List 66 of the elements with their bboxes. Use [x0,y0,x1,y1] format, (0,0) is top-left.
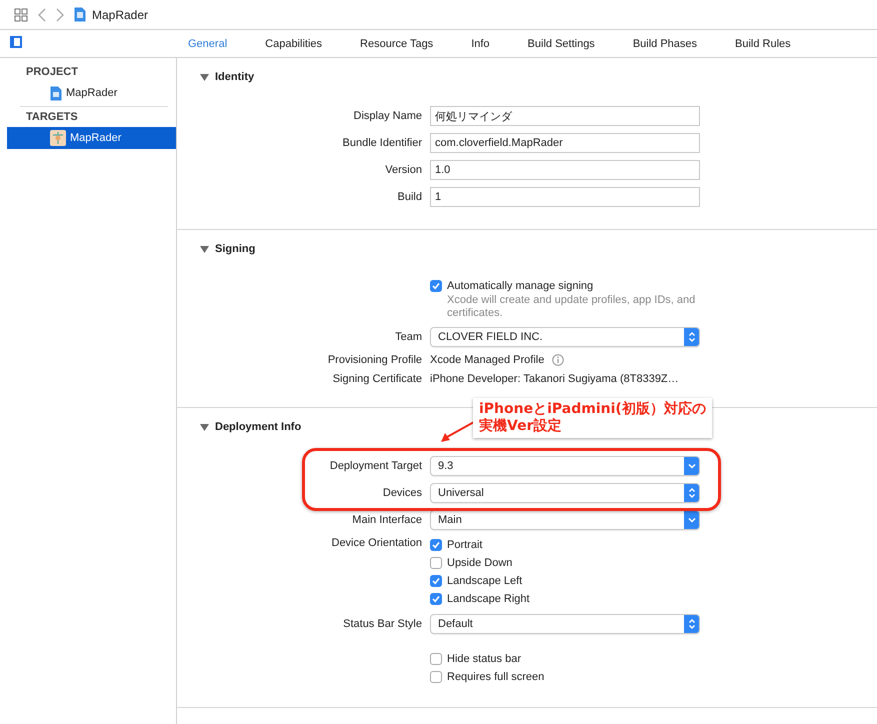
window-title: MapRader [92,8,148,22]
back-icon[interactable] [38,8,46,22]
field-label: Deployment Target [328,460,422,472]
app-icon [50,130,66,146]
disclosure-triangle-icon[interactable] [200,422,209,432]
info-icon[interactable] [552,354,564,366]
field-label: Devices [382,487,422,499]
tab[interactable]: General [188,38,228,50]
popup-button[interactable]: Universal [430,483,700,503]
section-title: Identity [215,71,254,83]
checkbox-label: Landscape Left [447,575,522,587]
field-label: Signing Certificate [332,373,422,385]
field-label: Version [384,164,422,176]
field-label: Main Interface [351,514,422,526]
checkbox-label: Landscape Right [447,593,530,605]
checkbox[interactable] [430,671,442,683]
checkbox-label: Requires full screen [447,671,544,683]
help-text: Xcode will create and update profiles, app IDs, and certificates. [447,294,696,320]
field-label: Build [396,191,422,203]
sidebar-header: PROJECT [25,65,79,80]
tab[interactable]: Resource Tags [360,38,434,50]
popup-button[interactable]: 9.3 [430,456,700,476]
text-field[interactable]: com.cloverfield.MapRader [430,133,700,153]
checkbox[interactable] [430,539,442,551]
field-label: Device Orientation [330,537,422,549]
field-label: Status Bar Style [342,618,422,630]
popup-button[interactable]: CLOVER FIELD INC. [430,327,700,347]
checkbox[interactable] [430,593,442,605]
text-field[interactable]: 1 [430,187,700,207]
field-label: Display Name [352,110,422,122]
annotation-arrow [439,420,475,444]
field-value: Xcode Managed Profile [430,354,544,366]
sidebar-header: TARGETS [25,110,79,125]
field-label: Bundle Identifier [342,137,422,149]
disclosure-triangle-icon[interactable] [200,244,209,254]
section-title: Signing [215,243,256,255]
sidebar-item[interactable]: MapRader [7,82,176,104]
tab[interactable]: Build Rules [735,38,791,50]
checkbox-label: Portrait [447,539,482,551]
checkbox-label: Upside Down [447,557,512,569]
checkbox-label: Automatically manage signing [447,280,594,292]
project-file-icon [50,86,62,100]
sidebar-toggle-icon[interactable] [10,36,22,48]
field-label: Provisioning Profile [326,354,422,366]
tab[interactable]: Capabilities [265,38,322,50]
sidebar-item[interactable]: MapRader [7,127,176,149]
text-field[interactable]: 何処リマインダ [430,106,700,126]
checkbox[interactable] [430,280,442,292]
annotation-note: iPhoneとiPadmini(初版）対応の 実機Ver設定 [473,398,712,438]
checkbox[interactable] [430,557,442,569]
section-title: Deployment Info [215,421,302,433]
forward-icon[interactable] [56,8,64,22]
tab[interactable]: Info [471,38,490,50]
checkbox[interactable] [430,575,442,587]
project-file-icon [74,7,86,22]
popup-button[interactable]: Default [430,614,700,634]
field-value: iPhone Developer: Takanori Sugiyama (8T8339Z… [430,373,679,385]
grid-icon[interactable] [14,8,28,22]
text-field[interactable]: 1.0 [430,160,700,180]
popup-button[interactable]: Main [430,510,700,530]
checkbox-label: Hide status bar [447,653,521,665]
tab[interactable]: Build Phases [632,38,698,50]
field-label: Team [394,331,422,343]
checkbox[interactable] [430,653,442,665]
disclosure-triangle-icon[interactable] [200,72,209,82]
tab[interactable]: Build Settings [528,38,595,50]
